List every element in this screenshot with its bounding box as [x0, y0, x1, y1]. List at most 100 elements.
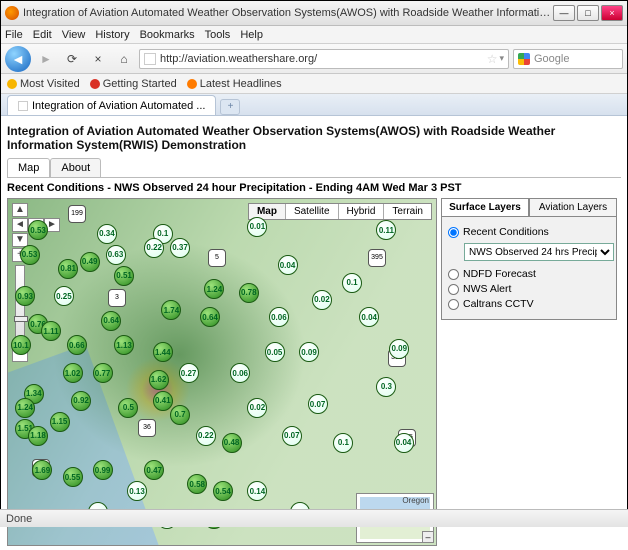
precip-marker[interactable]: 0.09: [389, 339, 409, 359]
precip-marker[interactable]: 0.64: [101, 311, 121, 331]
precip-marker[interactable]: 0.81: [58, 259, 78, 279]
precip-marker[interactable]: 0.05: [265, 342, 285, 362]
page-title: Integration of Aviation Automated Weathe…: [7, 124, 621, 152]
recent-conditions-select[interactable]: NWS Observed 24 hrs Precip.: [464, 243, 614, 261]
precip-marker[interactable]: 0.07: [308, 394, 328, 414]
new-tab-button[interactable]: +: [220, 99, 240, 115]
menu-help[interactable]: Help: [240, 29, 263, 41]
map-type-terrain[interactable]: Terrain: [384, 204, 431, 219]
google-icon: [518, 53, 530, 65]
tab-aviation-layers[interactable]: Aviation Layers: [529, 198, 617, 216]
forward-button[interactable]: ►: [35, 48, 57, 70]
search-field[interactable]: Google: [513, 49, 623, 69]
reload-button[interactable]: ⟳: [61, 48, 83, 70]
browser-tab[interactable]: Integration of Aviation Automated ...: [7, 95, 216, 115]
window-title: Integration of Aviation Automated Weathe…: [23, 7, 553, 19]
precip-marker[interactable]: 0.66: [67, 335, 87, 355]
precip-marker[interactable]: 0.92: [71, 391, 91, 411]
precip-marker[interactable]: 0.04: [278, 255, 298, 275]
precip-marker[interactable]: 10.1: [11, 335, 31, 355]
radio-ndfd[interactable]: [448, 269, 459, 280]
tab-surface-layers[interactable]: Surface Layers: [441, 198, 529, 216]
overview-toggle-button[interactable]: –: [422, 531, 434, 543]
precip-marker[interactable]: 0.09: [299, 342, 319, 362]
precip-marker[interactable]: 0.41: [153, 391, 173, 411]
highway-shield: 36: [138, 419, 156, 437]
back-button[interactable]: ◄: [5, 46, 31, 72]
precip-marker[interactable]: 0.7: [170, 405, 190, 425]
precip-marker[interactable]: 0.37: [170, 238, 190, 258]
bookmark-star-icon[interactable]: ☆: [487, 52, 498, 66]
precip-marker[interactable]: 1.02: [63, 363, 83, 383]
precip-marker[interactable]: 1.44: [153, 342, 173, 362]
bookmarks-toolbar: Most Visited Getting Started Latest Head…: [1, 74, 627, 94]
precip-marker[interactable]: 0.22: [196, 426, 216, 446]
precip-marker[interactable]: 1.15: [50, 412, 70, 432]
tab-label: Integration of Aviation Automated ...: [32, 100, 205, 112]
precip-marker[interactable]: 0.34: [97, 224, 117, 244]
maximize-button[interactable]: □: [577, 5, 599, 21]
precip-marker[interactable]: 0.04: [394, 433, 414, 453]
pan-up-button[interactable]: ▲: [12, 203, 28, 217]
menu-file[interactable]: File: [5, 29, 23, 41]
status-text: Done: [6, 513, 32, 525]
layer-option-recent-conditions[interactable]: Recent Conditions: [448, 226, 610, 238]
precip-marker[interactable]: 1.24: [15, 398, 35, 418]
home-button[interactable]: ⌂: [113, 48, 135, 70]
map-type-satellite[interactable]: Satellite: [286, 204, 339, 219]
layers-panel: Surface Layers Aviation Layers Recent Co…: [441, 198, 617, 546]
bookmark-latest-headlines[interactable]: Latest Headlines: [187, 78, 282, 90]
page-tabs: Map About: [7, 158, 621, 178]
precip-marker[interactable]: 0.99: [93, 460, 113, 480]
layer-option-ndfd[interactable]: NDFD Forecast: [448, 268, 610, 280]
zoom-slider-thumb[interactable]: [14, 316, 28, 322]
url-dropdown-icon[interactable]: ▾: [499, 53, 504, 64]
layer-option-caltrans-cctv[interactable]: Caltrans CCTV: [448, 298, 610, 310]
map-type-hybrid[interactable]: Hybrid: [339, 204, 385, 219]
radio-caltrans-cctv[interactable]: [448, 299, 459, 310]
precip-marker[interactable]: 0.78: [239, 283, 259, 303]
precip-marker[interactable]: 0.48: [222, 433, 242, 453]
map-type-selector: Map Satellite Hybrid Terrain: [248, 203, 432, 220]
folder-icon: [7, 79, 17, 89]
precip-marker[interactable]: 1.62: [149, 370, 169, 390]
map-viewport[interactable]: ▲ ◄ ⟳ ► ▼ + − Map Satellite Hybrid Terra…: [7, 198, 437, 546]
menu-history[interactable]: History: [95, 29, 129, 41]
bookmark-getting-started[interactable]: Getting Started: [90, 78, 177, 90]
radio-recent-conditions[interactable]: [448, 227, 459, 238]
pan-left-button[interactable]: ◄: [12, 218, 28, 232]
highway-shield: 5: [208, 249, 226, 267]
rss-icon: [187, 79, 197, 89]
bookmark-most-visited[interactable]: Most Visited: [7, 78, 80, 90]
page-icon: [144, 53, 156, 65]
precip-marker[interactable]: 0.55: [63, 467, 83, 487]
url-field[interactable]: http://aviation.weathershare.org/ ☆ ▾: [139, 49, 509, 69]
layer-option-nws-alert[interactable]: NWS Alert: [448, 283, 610, 295]
precip-marker[interactable]: 0.27: [179, 363, 199, 383]
minimize-button[interactable]: —: [553, 5, 575, 21]
precip-marker[interactable]: 0.53: [20, 245, 40, 265]
menu-view[interactable]: View: [62, 29, 86, 41]
precip-marker[interactable]: 0.63: [106, 245, 126, 265]
stop-button[interactable]: ×: [87, 48, 109, 70]
tab-about[interactable]: About: [50, 158, 101, 177]
highway-shield: 3: [108, 289, 126, 307]
tab-map[interactable]: Map: [7, 158, 50, 177]
precip-marker[interactable]: 0.1: [342, 273, 362, 293]
search-placeholder: Google: [534, 53, 569, 65]
menu-bookmarks[interactable]: Bookmarks: [140, 29, 195, 41]
precip-marker[interactable]: 0.22: [144, 238, 164, 258]
firefox-icon: [5, 6, 19, 20]
precip-marker[interactable]: 1.18: [28, 426, 48, 446]
precip-marker[interactable]: 0.1: [333, 433, 353, 453]
menu-edit[interactable]: Edit: [33, 29, 52, 41]
precip-marker[interactable]: 0.49: [80, 252, 100, 272]
close-button[interactable]: ×: [601, 5, 623, 21]
precip-marker[interactable]: 0.51: [114, 266, 134, 286]
precip-marker[interactable]: 0.77: [93, 363, 113, 383]
menu-tools[interactable]: Tools: [205, 29, 231, 41]
precip-marker[interactable]: 0.07: [282, 426, 302, 446]
radio-nws-alert[interactable]: [448, 284, 459, 295]
precip-marker[interactable]: 0.02: [312, 290, 332, 310]
page-icon: [90, 79, 100, 89]
